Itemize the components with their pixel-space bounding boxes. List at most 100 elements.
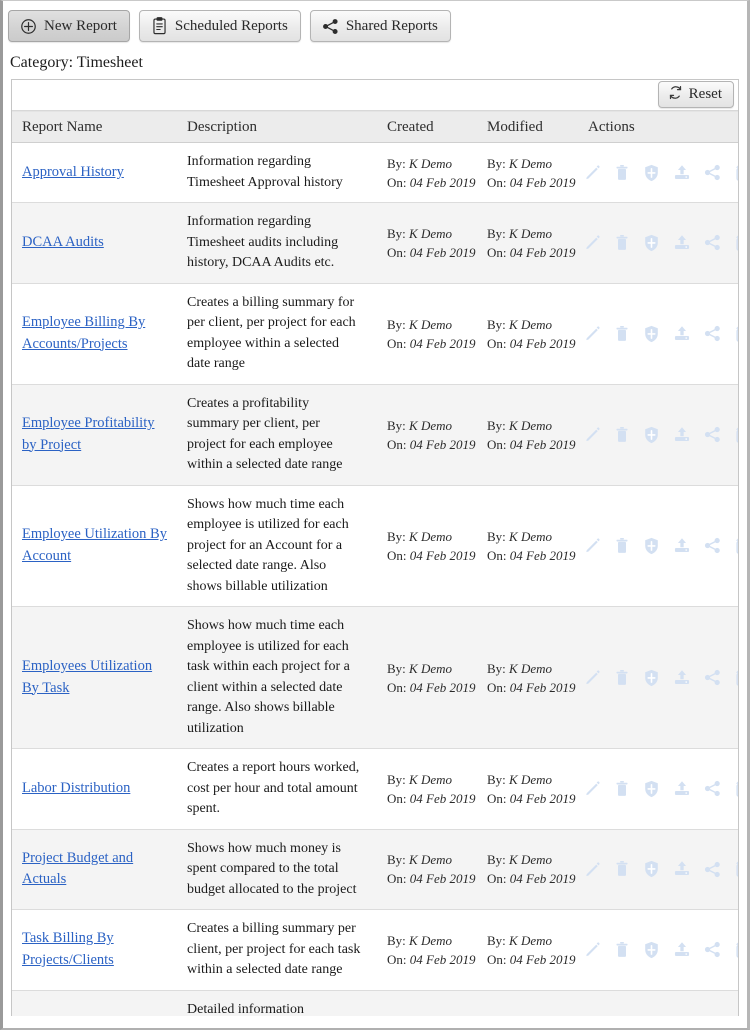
- shield-icon[interactable]: [643, 536, 660, 555]
- meta-on-label: On:: [387, 951, 407, 967]
- shield-icon[interactable]: [643, 940, 660, 959]
- share-icon[interactable]: [704, 940, 721, 959]
- share-icon[interactable]: [704, 324, 721, 343]
- cell-created: By: K DemoOn: 04 Feb 2019: [377, 283, 477, 385]
- table-row: Labor Distribution Creates a report hours…: [12, 748, 738, 830]
- trash-icon[interactable]: [614, 536, 630, 555]
- toolbar-button-new-report[interactable]: New Report: [8, 10, 130, 42]
- trash-icon[interactable]: [614, 940, 630, 959]
- meta-on-value: 04 Feb 2019: [509, 871, 576, 887]
- toolbar: New Report Scheduled Reports Shared Report…: [3, 1, 747, 46]
- meta-by: By: K Demo: [387, 527, 469, 546]
- meta-by-label: By:: [487, 225, 506, 241]
- share-icon[interactable]: [704, 536, 721, 555]
- share-icon[interactable]: [704, 163, 721, 182]
- copy-icon[interactable]: [734, 536, 738, 555]
- cell-report-name: Labor Distribution: [12, 748, 177, 830]
- cell-report-name: Employee Billing By Accounts/Projects: [12, 283, 177, 385]
- pencil-icon[interactable]: [584, 425, 601, 444]
- pencil-icon[interactable]: [584, 860, 601, 879]
- copy-icon[interactable]: [734, 324, 738, 343]
- shield-icon[interactable]: [643, 668, 660, 687]
- action-icon-group: [584, 536, 738, 555]
- meta-by-label: By:: [487, 660, 506, 676]
- meta-on: On: 04 Feb 2019: [487, 435, 575, 454]
- toolbar-button-scheduled-reports[interactable]: Scheduled Reports: [138, 10, 301, 42]
- report-name-link[interactable]: Labor Distribution: [22, 780, 130, 796]
- report-name-link[interactable]: DCAA Audits: [22, 234, 104, 250]
- trash-icon[interactable]: [614, 668, 630, 687]
- cell-created: By: K DemoOn: 04 Feb 2019: [377, 485, 477, 607]
- meta-on: On: 04 Feb 2019: [487, 173, 575, 192]
- trash-icon[interactable]: [614, 860, 630, 879]
- share-icon[interactable]: [704, 233, 721, 252]
- pencil-icon[interactable]: [584, 779, 601, 798]
- copy-icon[interactable]: [734, 779, 738, 798]
- cell-actions: [578, 485, 738, 607]
- upload-icon[interactable]: [673, 324, 691, 343]
- trash-icon[interactable]: [614, 779, 630, 798]
- column-header-report-name[interactable]: Report Name: [12, 111, 177, 143]
- shield-icon[interactable]: [643, 779, 660, 798]
- report-name-link[interactable]: Employees Utilization By Task: [22, 658, 152, 696]
- column-header-description[interactable]: Description: [177, 111, 377, 143]
- report-name-link[interactable]: Employee Utilization By Account: [22, 526, 167, 564]
- table-row: Project Budget and Actuals Shows how much…: [12, 829, 738, 910]
- report-name-link[interactable]: Project Budget and Actuals: [22, 850, 133, 888]
- share-icon[interactable]: [704, 668, 721, 687]
- meta-on: On: 04 Feb 2019: [487, 334, 575, 353]
- report-name-link[interactable]: Employee Billing By Accounts/Projects: [22, 314, 145, 352]
- trash-icon[interactable]: [614, 233, 630, 252]
- reset-button[interactable]: Reset: [657, 81, 734, 108]
- meta-by-label: By:: [387, 225, 406, 241]
- trash-icon[interactable]: [614, 163, 630, 182]
- pencil-icon[interactable]: [584, 324, 601, 343]
- copy-icon[interactable]: [734, 940, 738, 959]
- table-row: Timesheet DetailDetailed information reg…: [12, 990, 738, 1016]
- upload-icon[interactable]: [673, 425, 691, 444]
- meta-on-label: On:: [387, 547, 407, 563]
- column-header-modified[interactable]: Modified: [477, 111, 578, 143]
- meta-by: By: K Demo: [487, 770, 570, 789]
- pencil-icon[interactable]: [584, 940, 601, 959]
- upload-icon[interactable]: [673, 233, 691, 252]
- meta-by-label: By:: [387, 932, 406, 948]
- reports-panel: Reset Report Name Description Created Mo…: [11, 79, 739, 1016]
- meta-by-value: K Demo: [409, 155, 453, 171]
- copy-icon[interactable]: [734, 233, 738, 252]
- share-icon[interactable]: [704, 860, 721, 879]
- copy-icon[interactable]: [734, 163, 738, 182]
- shield-icon[interactable]: [643, 425, 660, 444]
- pencil-icon[interactable]: [584, 536, 601, 555]
- upload-icon[interactable]: [673, 779, 691, 798]
- upload-icon[interactable]: [673, 536, 691, 555]
- shield-icon[interactable]: [643, 163, 660, 182]
- pencil-icon[interactable]: [584, 233, 601, 252]
- meta-on: On: 04 Feb 2019: [487, 789, 575, 808]
- shield-icon[interactable]: [643, 324, 660, 343]
- pencil-icon[interactable]: [584, 668, 601, 687]
- shield-icon[interactable]: [643, 860, 660, 879]
- pencil-icon[interactable]: [584, 163, 601, 182]
- upload-icon[interactable]: [673, 940, 691, 959]
- toolbar-button-shared-reports[interactable]: Shared Reports: [309, 10, 451, 42]
- page-viewport: New Report Scheduled Reports Shared Report…: [0, 0, 750, 1030]
- trash-icon[interactable]: [614, 425, 630, 444]
- cell-actions: [578, 142, 738, 203]
- share-icon[interactable]: [704, 779, 721, 798]
- meta-by-label: By:: [487, 417, 506, 433]
- meta-by: By: K Demo: [387, 416, 469, 435]
- upload-icon[interactable]: [673, 668, 691, 687]
- report-name-link[interactable]: Task Billing By Projects/Clients: [22, 930, 114, 968]
- column-header-created[interactable]: Created: [377, 111, 477, 143]
- trash-icon[interactable]: [614, 324, 630, 343]
- shield-icon[interactable]: [643, 233, 660, 252]
- share-icon[interactable]: [704, 425, 721, 444]
- upload-icon[interactable]: [673, 860, 691, 879]
- copy-icon[interactable]: [734, 425, 738, 444]
- report-name-link[interactable]: Approval History: [22, 164, 124, 180]
- copy-icon[interactable]: [734, 668, 738, 687]
- copy-icon[interactable]: [734, 860, 738, 879]
- upload-icon[interactable]: [673, 163, 691, 182]
- report-name-link[interactable]: Employee Profitability by Project: [22, 415, 155, 453]
